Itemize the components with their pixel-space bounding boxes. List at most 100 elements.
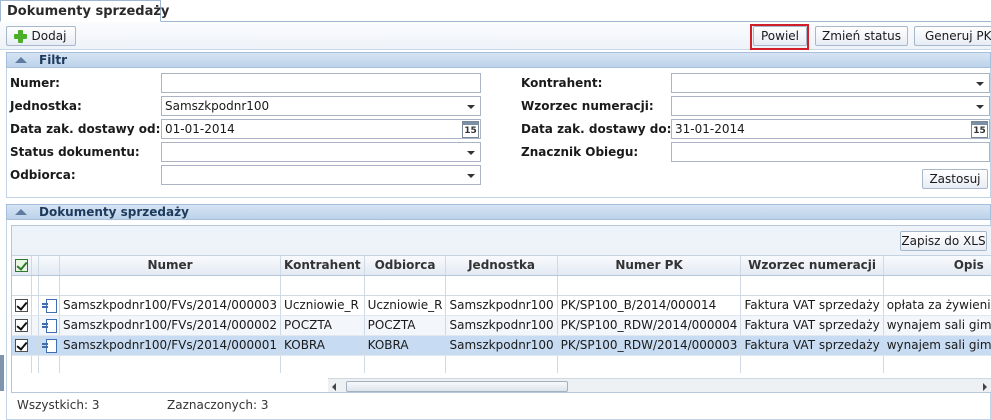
select-all-checkbox[interactable] — [15, 259, 28, 273]
column-header-odbiorca[interactable]: Odbiorca — [364, 256, 447, 276]
open-document-icon[interactable] — [42, 318, 57, 334]
grid-toolbar: Zapisz do XLS — [12, 226, 991, 256]
column-filter-row — [12, 275, 991, 296]
empty-cell — [31, 355, 39, 373]
cell-kontrahent: POCZTA — [280, 315, 365, 336]
filter-cell[interactable] — [445, 275, 558, 296]
row-doc-icon-cell[interactable] — [38, 315, 60, 336]
collapse-arrow-icon[interactable] — [15, 57, 27, 63]
grid-panel-header[interactable]: Dokumenty sprzedaży — [6, 204, 991, 220]
data-do-label: Data zak. dostawy do: — [521, 122, 672, 136]
calendar-icon[interactable]: 15 — [462, 121, 479, 138]
scrollbar-thumb[interactable] — [346, 381, 568, 392]
cell-kontrahent: KOBRA — [280, 335, 365, 356]
row-blank-cell — [31, 295, 39, 316]
cell-kontrahent: Uczniowie_R — [280, 295, 365, 316]
cell-jednostka: Samszkpodnr100 — [445, 315, 558, 336]
jednostka-label: Jednostka: — [10, 99, 82, 113]
tab-dokumenty-sprzedazy[interactable]: Dokumenty sprzedaży — [0, 0, 169, 22]
filter-cell[interactable] — [280, 275, 365, 296]
change-status-button[interactable]: Zmień status — [815, 26, 908, 46]
header-blank — [38, 256, 60, 276]
data-od-value: 01-01-2014 — [165, 122, 235, 136]
export-xls-button[interactable]: Zapisz do XLS — [900, 231, 987, 251]
filter-cell[interactable] — [364, 275, 447, 296]
filter-cell[interactable] — [59, 275, 282, 296]
tab-strip: Dokumenty sprzedaży — [0, 0, 991, 22]
generate-pk-button[interactable]: Generuj PK — [914, 26, 991, 46]
scroll-left-icon[interactable] — [332, 383, 336, 391]
column-header-jednostka[interactable]: Jednostka — [445, 256, 558, 276]
filter-cell — [31, 275, 39, 296]
column-header-numer[interactable]: Numer — [59, 256, 282, 276]
duplicate-button[interactable]: Powiel — [753, 26, 807, 46]
open-document-icon[interactable] — [42, 298, 57, 314]
filter-cell[interactable] — [883, 275, 991, 296]
cell-odbiorca: KOBRA — [364, 335, 447, 356]
add-button[interactable]: Dodaj — [6, 26, 76, 46]
row-checkbox-cell[interactable] — [12, 315, 32, 336]
side-handle[interactable] — [0, 355, 4, 391]
cell-numer: Samszkpodnr100/FVs/2014/000003 — [59, 295, 282, 316]
kontrahent-select[interactable] — [671, 73, 990, 93]
collapse-arrow-icon[interactable] — [15, 209, 27, 215]
odbiorca-select[interactable] — [161, 165, 481, 185]
open-document-icon[interactable] — [42, 338, 57, 354]
select-all-header[interactable] — [12, 256, 32, 276]
column-header-wzorzec[interactable]: Wzorzec numeracji — [740, 256, 884, 276]
row-checkbox[interactable] — [15, 319, 28, 332]
status-select[interactable] — [161, 142, 481, 162]
row-doc-icon-cell[interactable] — [38, 335, 60, 356]
row-checkbox-cell[interactable] — [12, 335, 32, 356]
cell-odbiorca: POCZTA — [364, 315, 447, 336]
empty-cell — [364, 355, 447, 373]
table-row[interactable]: Samszkpodnr100/FVs/2014/000003 Uczniowie… — [12, 295, 991, 316]
filter-panel-title: Filtr — [39, 53, 68, 67]
wzorzec-select[interactable] — [671, 96, 990, 116]
filter-cell[interactable] — [740, 275, 884, 296]
horizontal-scrollbar[interactable] — [328, 378, 991, 392]
grid-footer: Wszystkich: 3 Zaznaczonych: 3 — [11, 393, 991, 417]
grid-panel-title: Dokumenty sprzedaży — [39, 205, 189, 219]
cell-wzorzec: Faktura VAT sprzedaży — [740, 315, 884, 336]
cell-numer-pk: PK/SP100_RDW/2014/000004 — [557, 315, 742, 336]
data-od-input[interactable]: 01-01-2014 15 — [161, 119, 481, 139]
cell-opis: opłata za żywienie — [883, 295, 991, 316]
column-header-numer-pk[interactable]: Numer PK — [557, 256, 742, 276]
row-checkbox-cell[interactable] — [12, 295, 32, 316]
header-blank — [31, 256, 39, 276]
data-do-value: 31-01-2014 — [675, 122, 745, 136]
apply-button[interactable]: Zastosuj — [922, 169, 988, 189]
chevron-down-icon — [467, 174, 475, 178]
numer-input[interactable] — [161, 73, 481, 93]
table-row[interactable]: Samszkpodnr100/FVs/2014/000002 POCZTA PO… — [12, 315, 991, 336]
filter-cell[interactable] — [557, 275, 742, 296]
selected-count: Zaznaczonych: 3 — [167, 398, 269, 412]
grid-panel: Zapisz do XLS Numer Kontrahent Odbiorca … — [6, 220, 991, 420]
empty-cell — [445, 355, 558, 373]
kontrahent-label: Kontrahent: — [521, 76, 603, 90]
empty-cell — [557, 355, 742, 373]
row-doc-icon-cell[interactable] — [38, 295, 60, 316]
znacznik-label: Znacznik Obiegu: — [521, 145, 639, 159]
row-checkbox[interactable] — [15, 299, 28, 312]
cell-numer: Samszkpodnr100/FVs/2014/000002 — [59, 315, 282, 336]
filter-panel-header[interactable]: Filtr — [6, 52, 991, 68]
data-do-input[interactable]: 31-01-2014 15 — [671, 119, 990, 139]
chevron-down-icon — [467, 105, 475, 109]
calendar-icon[interactable]: 15 — [971, 121, 988, 138]
calendar-day: 15 — [464, 126, 477, 136]
column-header-kontrahent[interactable]: Kontrahent — [280, 256, 365, 276]
empty-cell — [59, 355, 282, 373]
column-header-opis[interactable]: Opis — [883, 256, 991, 276]
status-label: Status dokumentu: — [10, 145, 140, 159]
cell-opis: wynajem sali gimn — [883, 335, 991, 356]
row-checkbox[interactable] — [15, 339, 28, 352]
cell-numer: Samszkpodnr100/FVs/2014/000001 — [59, 335, 282, 356]
table-row[interactable]: Samszkpodnr100/FVs/2014/000001 KOBRA KOB… — [12, 335, 991, 356]
filter-panel: Numer: Jednostka: Samszkpodnr100 Data za… — [6, 68, 991, 198]
cell-opis: wynajem sali gimn — [883, 315, 991, 336]
jednostka-select[interactable]: Samszkpodnr100 — [161, 96, 481, 116]
znacznik-input[interactable] — [671, 142, 990, 162]
scroll-right-icon[interactable] — [983, 383, 987, 391]
